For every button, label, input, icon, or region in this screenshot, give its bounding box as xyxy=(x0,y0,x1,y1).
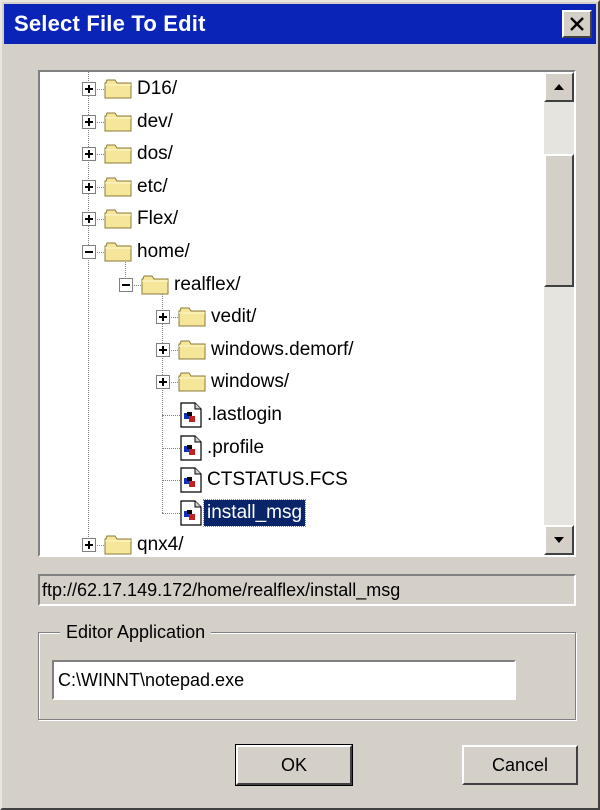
tree-item-label: windows/ xyxy=(211,371,290,393)
expand-icon[interactable] xyxy=(156,375,170,390)
vertical-scrollbar[interactable] xyxy=(544,72,574,555)
tree-item[interactable]: vedit/ xyxy=(40,303,548,331)
selected-path-field: ftp://62.17.149.172/home/realflex/instal… xyxy=(38,574,576,606)
arrow-down-icon xyxy=(554,537,564,543)
tree-content: D16/dev/dos/etc/Flex/home/realflex/vedit… xyxy=(40,72,548,555)
tree-item-label: windows.demorf/ xyxy=(211,338,354,360)
tree-item[interactable]: CTSTATUS.FCS xyxy=(40,466,548,494)
tree-item-label: qnx4/ xyxy=(137,534,184,555)
expand-icon[interactable] xyxy=(82,212,96,227)
tree-item[interactable]: etc/ xyxy=(40,173,548,201)
close-icon xyxy=(570,17,584,31)
file-icon xyxy=(180,402,202,428)
tree-item[interactable]: .lastlogin xyxy=(40,401,548,429)
tree-item-label: home/ xyxy=(137,241,190,262)
scroll-thumb[interactable] xyxy=(544,154,574,287)
tree-item[interactable]: dev/ xyxy=(40,108,548,136)
folder-icon xyxy=(104,112,132,132)
tree-item[interactable]: dos/ xyxy=(40,140,548,168)
collapse-icon[interactable] xyxy=(82,245,96,259)
scroll-down-button[interactable] xyxy=(544,525,574,555)
tree-item[interactable]: windows/ xyxy=(40,368,548,396)
tree-item[interactable]: D16/ xyxy=(40,75,548,103)
tree-item-label: Flex/ xyxy=(137,208,179,230)
tree-item-label: vedit/ xyxy=(211,306,257,328)
expand-icon[interactable] xyxy=(82,147,96,162)
folder-icon xyxy=(104,177,132,197)
editor-application-legend: Editor Application xyxy=(60,621,212,643)
close-button[interactable] xyxy=(562,10,592,38)
file-icon xyxy=(180,500,202,526)
expand-icon[interactable] xyxy=(82,82,96,96)
tree-item-label: D16/ xyxy=(137,78,178,99)
tree-item[interactable]: install_msg xyxy=(40,498,548,527)
tree-item[interactable]: realflex/ xyxy=(40,271,548,299)
expand-icon[interactable] xyxy=(82,538,96,553)
tree-item-label: CTSTATUS.FCS xyxy=(207,469,348,491)
folder-icon xyxy=(104,209,132,229)
tree-item-label: dev/ xyxy=(137,110,173,132)
folder-icon xyxy=(104,242,132,262)
folder-icon xyxy=(141,275,169,295)
folder-icon xyxy=(178,372,206,392)
tree-item-label: dos/ xyxy=(137,143,173,165)
folder-icon xyxy=(104,144,132,164)
ok-button[interactable]: OK xyxy=(235,744,353,786)
tree-item[interactable]: .profile xyxy=(40,434,548,462)
expand-icon[interactable] xyxy=(82,114,96,129)
select-file-dialog: Select File To Edit D16/dev/dos/etc/Flex… xyxy=(0,0,600,810)
cancel-button[interactable]: Cancel xyxy=(462,745,578,785)
file-tree[interactable]: D16/dev/dos/etc/Flex/home/realflex/vedit… xyxy=(38,70,576,557)
folder-icon xyxy=(178,340,206,360)
tree-item-label: .profile xyxy=(207,436,265,458)
file-icon xyxy=(180,434,202,461)
window-title: Select File To Edit xyxy=(14,11,206,36)
tree-item-label: etc/ xyxy=(137,175,168,197)
tree-item-label: install_msg xyxy=(202,498,307,527)
folder-icon xyxy=(104,79,132,99)
expand-icon[interactable] xyxy=(156,310,170,325)
folder-icon xyxy=(104,535,132,555)
expand-icon[interactable] xyxy=(156,342,170,357)
expand-icon[interactable] xyxy=(82,179,96,194)
folder-icon xyxy=(178,307,206,327)
tree-item[interactable]: qnx4/ xyxy=(40,531,548,555)
tree-item[interactable]: windows.demorf/ xyxy=(40,336,548,364)
collapse-icon[interactable] xyxy=(119,277,133,292)
tree-item[interactable]: home/ xyxy=(40,238,548,266)
tree-item[interactable]: Flex/ xyxy=(40,205,548,233)
editor-application-input[interactable] xyxy=(52,660,516,700)
scroll-up-button[interactable] xyxy=(544,72,574,102)
tree-item-label: .lastlogin xyxy=(207,404,282,425)
arrow-up-icon xyxy=(554,84,564,90)
title-bar: Select File To Edit xyxy=(4,4,596,44)
tree-item-label: realflex/ xyxy=(174,273,241,295)
file-icon xyxy=(180,467,202,493)
